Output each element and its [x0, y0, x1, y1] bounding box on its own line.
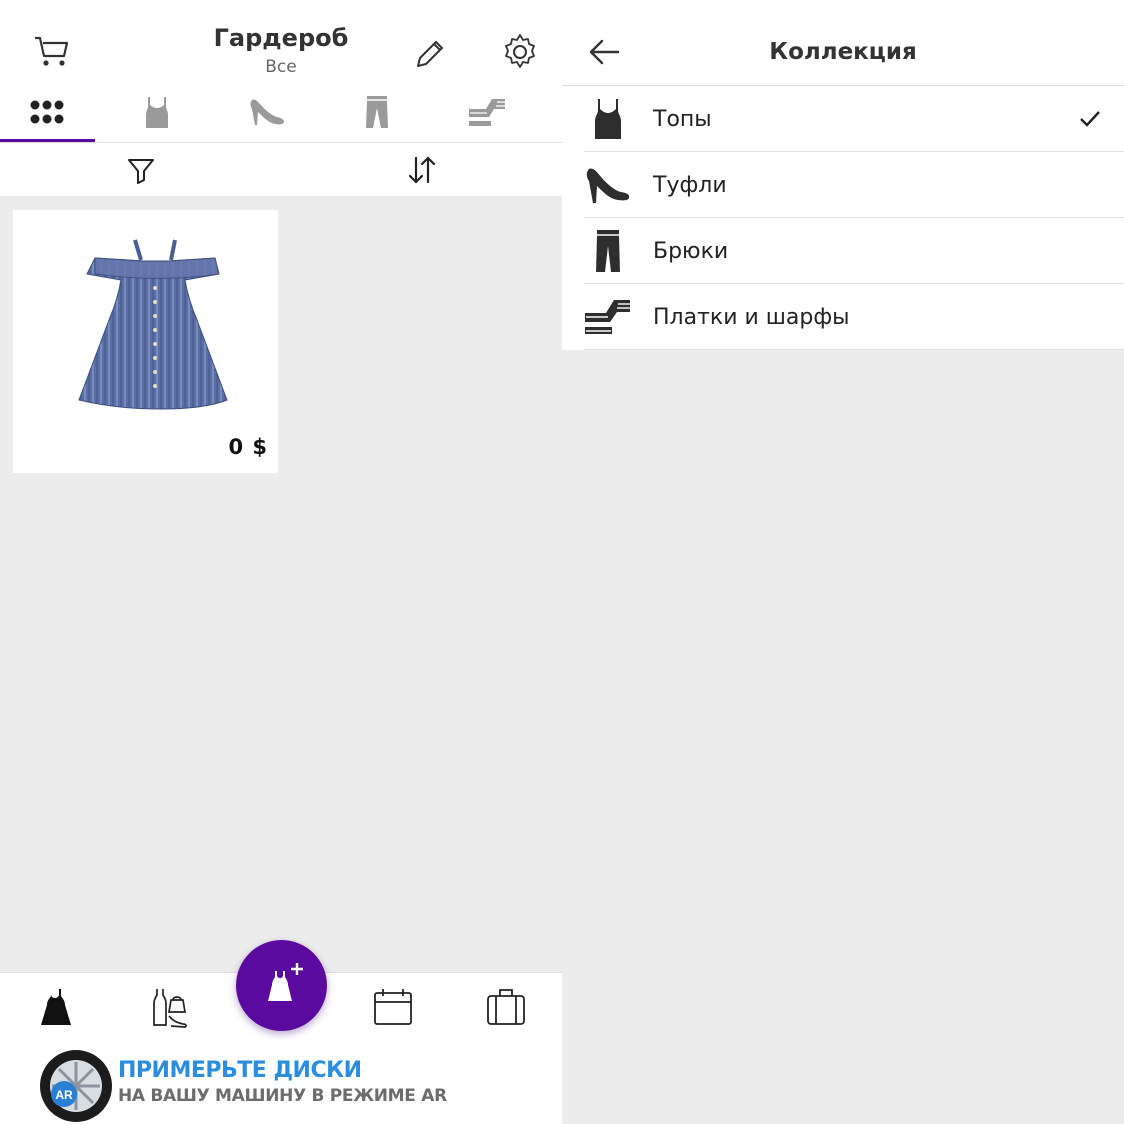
page-subtitle[interactable]: Все: [0, 57, 562, 77]
tab-tops[interactable]: [110, 82, 204, 142]
grid-icon: [30, 100, 64, 124]
gear-icon[interactable]: [500, 32, 540, 72]
page-title: Гардероб: [213, 24, 349, 52]
collection-header: Коллекция: [562, 0, 1124, 86]
nav-calendar[interactable]: [363, 983, 423, 1031]
nav-trips[interactable]: [476, 983, 536, 1031]
tab-all[interactable]: [0, 82, 94, 142]
top-icon: [595, 99, 621, 139]
ad-headline: ПРИМЕРЬТЕ ДИСКИ: [118, 1058, 362, 1083]
collection-screen: Коллекция Топы Туфли Брюки Платки и шарф…: [562, 0, 1124, 1124]
wheel-icon: AR: [40, 1050, 112, 1122]
list-item-scarves[interactable]: Платки и шарфы: [562, 284, 1124, 350]
item-price: 0 $: [228, 435, 268, 459]
nav-outfits[interactable]: [140, 983, 200, 1031]
heel-icon: [250, 99, 284, 125]
collection-title: Коллекция: [769, 39, 917, 65]
list-item-label: Платки и шарфы: [653, 305, 850, 330]
wardrobe-header: Гардероб Все: [0, 0, 562, 196]
ad-badge: AR: [55, 1088, 73, 1102]
pants-icon: [366, 96, 388, 128]
add-item-icon: [267, 962, 303, 1001]
scarf-icon: [585, 300, 630, 334]
wardrobe-screen: Гардероб Все 0 $ AR ПРИМЕРЬТЕ ДИСКИ НА В…: [0, 0, 562, 1124]
tab-shoes[interactable]: [220, 82, 314, 142]
collection-list: Топы Туфли Брюки Платки и шарфы: [562, 86, 1124, 350]
pencil-icon[interactable]: [410, 34, 450, 74]
top-icon: [146, 97, 168, 128]
ad-banner[interactable]: AR ПРИМЕРЬТЕ ДИСКИ НА ВАШУ МАШИНУ В РЕЖИ…: [40, 1048, 447, 1124]
divider: [0, 142, 562, 143]
add-item-button[interactable]: [236, 940, 327, 1031]
heel-icon: [586, 168, 630, 203]
dress-icon: [41, 989, 71, 1025]
suitcase-icon: [487, 989, 525, 1025]
scarf-icon: [469, 99, 505, 126]
pants-icon: [596, 230, 620, 272]
tab-scarves[interactable]: [440, 82, 534, 142]
outfit-icon: [153, 989, 187, 1028]
checkmark-icon: [1080, 111, 1100, 127]
list-item-pants[interactable]: Брюки: [562, 218, 1124, 284]
calendar-icon: [374, 989, 412, 1025]
list-item-shoes[interactable]: Туфли: [562, 152, 1124, 218]
filter-icon[interactable]: [121, 150, 161, 190]
nav-wardrobe[interactable]: [26, 983, 86, 1031]
list-item-label: Туфли: [653, 173, 727, 198]
tab-pants[interactable]: [330, 82, 424, 142]
list-item-tops[interactable]: Топы: [562, 86, 1124, 152]
list-item-label: Топы: [653, 107, 712, 132]
blue-striped-dress-image: [78, 239, 228, 410]
list-item-label: Брюки: [653, 239, 729, 264]
sort-icon[interactable]: [402, 150, 442, 190]
ad-subline: НА ВАШУ МАШИНУ В РЕЖИМЕ AR: [118, 1086, 447, 1106]
category-tabs: [0, 82, 562, 142]
wardrobe-item-card[interactable]: 0 $: [13, 210, 278, 473]
